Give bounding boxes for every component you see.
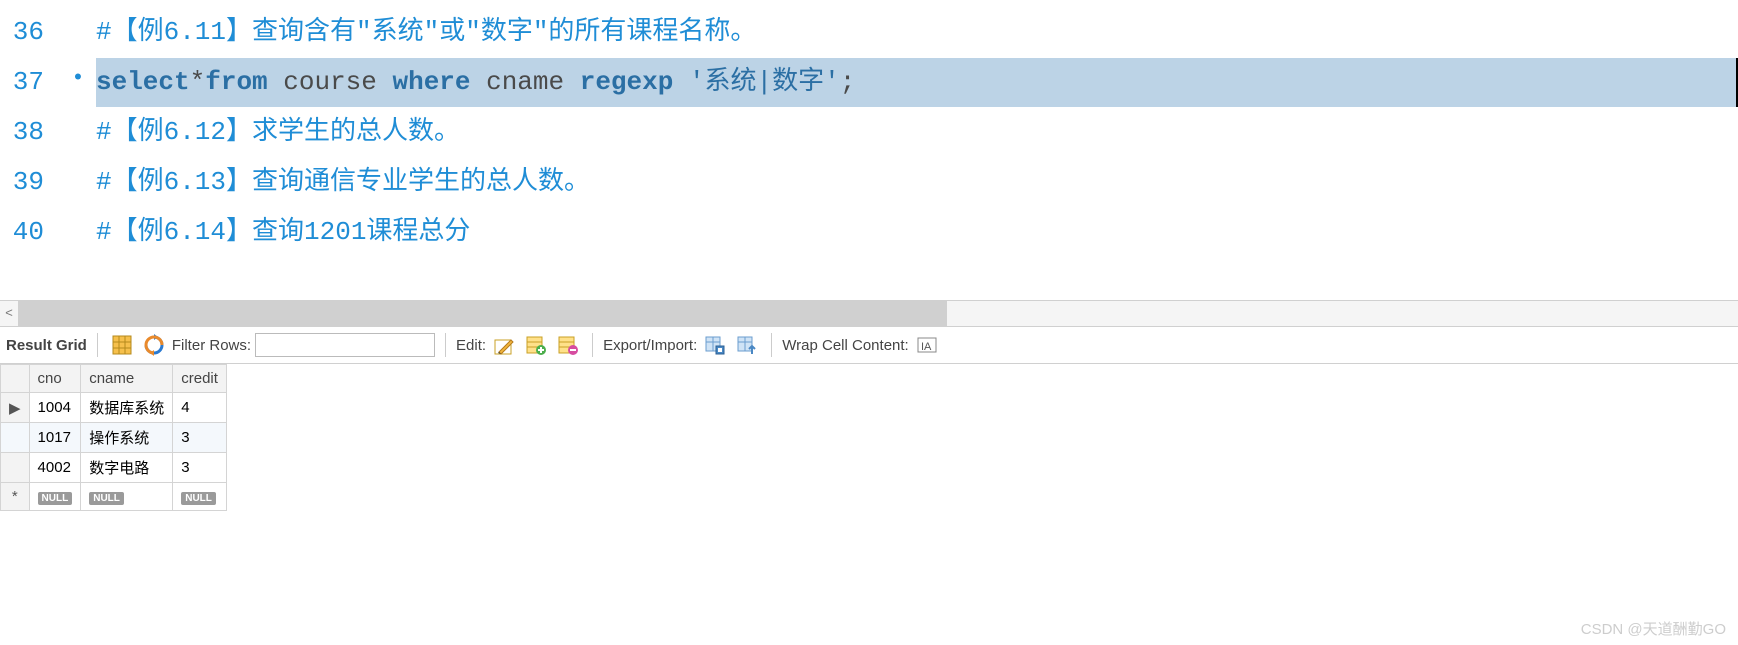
code-line[interactable]: 38 #【例6.12】求学生的总人数。: [0, 108, 1738, 158]
cell[interactable]: 1004: [29, 393, 81, 423]
import-icon[interactable]: [736, 334, 758, 356]
code-content[interactable]: select*from course where cname regexp '系…: [96, 58, 1738, 107]
separator: [592, 333, 593, 357]
null-badge: NULL: [89, 492, 124, 505]
code-content[interactable]: #【例6.13】查询通信专业学生的总人数。: [96, 158, 1738, 207]
cell[interactable]: 操作系统: [81, 423, 173, 453]
add-row-icon[interactable]: [525, 334, 547, 356]
separator: [445, 333, 446, 357]
cell-null[interactable]: NULL: [173, 483, 227, 511]
code-content[interactable]: #【例6.12】求学生的总人数。: [96, 108, 1738, 157]
edit-label: Edit:: [456, 337, 486, 354]
table-row[interactable]: 1017操作系统3: [1, 423, 227, 453]
code-line[interactable]: 40 #【例6.14】查询1201课程总分: [0, 208, 1738, 258]
null-badge: NULL: [181, 492, 216, 505]
cell[interactable]: 3: [173, 423, 227, 453]
row-header-blank: [1, 365, 30, 393]
svg-text:IA: IA: [921, 341, 932, 353]
cell[interactable]: 1017: [29, 423, 81, 453]
wrap-cell-label: Wrap Cell Content:: [782, 337, 908, 354]
watermark-text: CSDN @天道酬勤GO: [1581, 618, 1726, 639]
code-line[interactable]: 39 #【例6.13】查询通信专业学生的总人数。: [0, 158, 1738, 208]
separator: [97, 333, 98, 357]
null-badge: NULL: [38, 492, 73, 505]
result-toolbar: Result Grid Filter Rows: Edit: Export/Im…: [0, 326, 1738, 364]
cell[interactable]: 数字电路: [81, 453, 173, 483]
table-row[interactable]: ▶1004数据库系统4: [1, 393, 227, 423]
cell-null[interactable]: NULL: [81, 483, 173, 511]
table-row[interactable]: 4002数字电路3: [1, 453, 227, 483]
column-header[interactable]: cname: [81, 365, 173, 393]
result-grid-label: Result Grid: [6, 337, 87, 354]
column-header[interactable]: credit: [173, 365, 227, 393]
cell[interactable]: 数据库系统: [81, 393, 173, 423]
row-marker: *: [1, 483, 30, 511]
delete-row-icon[interactable]: [557, 334, 579, 356]
edit-row-icon[interactable]: [493, 334, 515, 356]
export-import-label: Export/Import:: [603, 337, 697, 354]
line-number: 36: [0, 8, 60, 57]
scroll-track[interactable]: [18, 301, 1738, 326]
line-number: 40: [0, 208, 60, 257]
code-content[interactable]: #【例6.11】查询含有"系统"或"数字"的所有课程名称。: [96, 8, 1738, 57]
filter-rows-input[interactable]: [255, 333, 435, 357]
row-marker: ▶: [1, 393, 30, 423]
cell-null[interactable]: NULL: [29, 483, 81, 511]
result-grid-table[interactable]: cnocnamecredit▶1004数据库系统41017操作系统34002数字…: [0, 364, 227, 511]
export-icon[interactable]: [704, 334, 726, 356]
cell[interactable]: 3: [173, 453, 227, 483]
cell[interactable]: 4002: [29, 453, 81, 483]
line-number: 38: [0, 108, 60, 157]
wrap-cell-icon[interactable]: IA: [916, 334, 938, 356]
code-content[interactable]: #【例6.14】查询1201课程总分: [96, 208, 1738, 257]
line-number: 37: [0, 58, 60, 107]
sql-editor[interactable]: 36#【例6.11】查询含有"系统"或"数字"的所有课程名称。37•select…: [0, 0, 1738, 300]
table-row-null[interactable]: * NULL NULL NULL: [1, 483, 227, 511]
filter-rows-label: Filter Rows:: [172, 337, 251, 354]
grid-view-icon[interactable]: [111, 334, 133, 356]
line-marker: •: [60, 58, 96, 100]
refresh-icon[interactable]: [143, 334, 165, 356]
cell[interactable]: 4: [173, 393, 227, 423]
separator: [771, 333, 772, 357]
horizontal-scrollbar[interactable]: <: [0, 300, 1738, 326]
code-line[interactable]: 36 #【例6.11】查询含有"系统"或"数字"的所有课程名称。: [0, 8, 1738, 58]
column-header[interactable]: cno: [29, 365, 81, 393]
line-number: 39: [0, 158, 60, 207]
row-marker: [1, 423, 30, 453]
scroll-left-button[interactable]: <: [0, 301, 18, 326]
scroll-thumb[interactable]: [18, 301, 947, 326]
code-line[interactable]: 37•select*from course where cname regexp…: [0, 58, 1738, 108]
row-marker: [1, 453, 30, 483]
